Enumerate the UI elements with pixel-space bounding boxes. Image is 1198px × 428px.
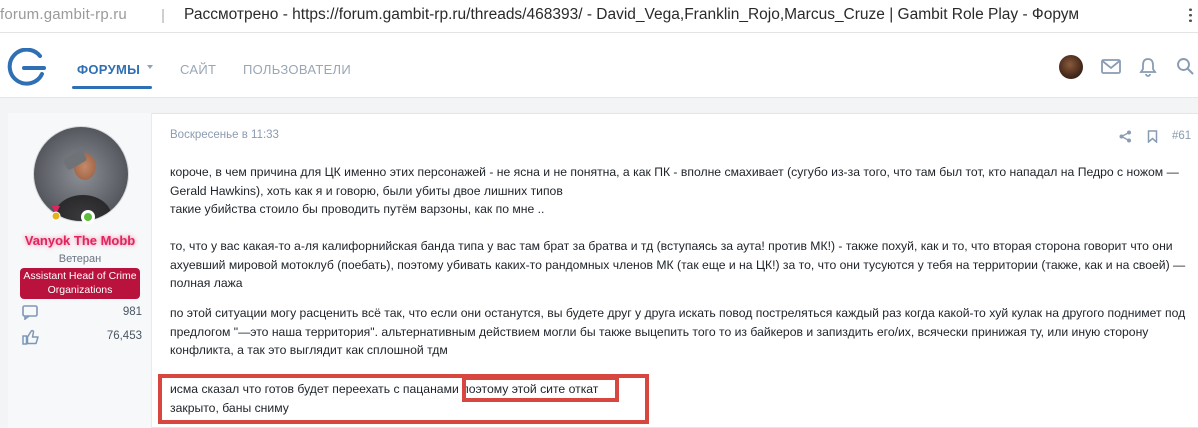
online-status-icon (81, 210, 95, 224)
author-username[interactable]: Vanyok The Mobb (8, 233, 152, 248)
search-icon[interactable] (1176, 57, 1194, 75)
author-role-banner: Assistant Head of Crime Organizations (20, 268, 140, 299)
annotation-inner-box (462, 376, 619, 402)
bookmark-icon[interactable] (1147, 130, 1158, 143)
share-icon[interactable] (1119, 130, 1132, 143)
message-paragraph-4: по этой ситуации могу расценить всё так,… (170, 306, 1186, 357)
post-author-column: Vanyok The Mobb Ветеран Assistant Head o… (8, 113, 152, 428)
avatar[interactable] (1059, 55, 1083, 79)
window-title: Рассмотрено - https://forum.gambit-rp.ru… (184, 6, 1080, 23)
title-divider (162, 9, 164, 23)
messages-icon (22, 305, 38, 320)
message-paragraph-1: короче, в чем причина для ЦК именно этих… (170, 165, 1179, 198)
award-badge-icon (51, 206, 61, 221)
address-url[interactable]: forum.gambit-rp.ru (0, 6, 127, 23)
avatar-gun-detail (62, 149, 88, 171)
author-user-title: Ветеран (58, 253, 102, 265)
author-avatar[interactable] (33, 126, 129, 222)
author-reactions-stat: 76,453 (22, 329, 142, 345)
gambit-logo-icon[interactable] (4, 48, 48, 86)
window-menu-icon[interactable] (1189, 7, 1192, 23)
tab-site[interactable]: Сайт (180, 62, 216, 77)
mail-icon[interactable] (1101, 59, 1121, 74)
thumbs-up-icon (22, 329, 39, 345)
browser-title-bar: forum.gambit-rp.ru Рассмотрено - https:/… (0, 0, 1198, 33)
message-paragraph-2: такие убийства стоило бы проводить путём… (170, 202, 545, 216)
tab-forums[interactable]: Форумы (77, 62, 140, 77)
reactions-count: 76,453 (106, 330, 142, 342)
post-date[interactable]: Воскресенье в 11:33 (170, 129, 279, 141)
author-messages-stat: 981 (22, 305, 142, 321)
message-paragraph-3: то, что у вас какая-то а-ля калифорнийск… (170, 239, 1186, 290)
messages-count: 981 (122, 306, 142, 318)
tab-users[interactable]: Пользователи (243, 62, 351, 77)
post-number[interactable]: #61 (1172, 130, 1191, 142)
chevron-down-icon[interactable] (147, 65, 153, 69)
forum-navbar: Форумы Сайт Пользователи (0, 33, 1198, 98)
moon-icon[interactable] (1029, 57, 1043, 75)
bell-icon[interactable] (1139, 57, 1157, 77)
active-tab-indicator (72, 86, 152, 89)
